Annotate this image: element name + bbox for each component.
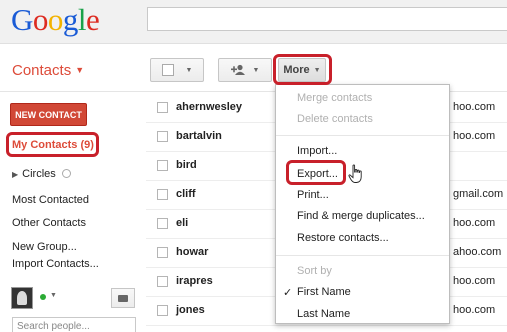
- contact-email: hoo.com: [453, 275, 496, 287]
- sidebar-item-my-contacts[interactable]: My Contacts (9): [12, 139, 94, 151]
- logo-letter: G: [11, 2, 33, 37]
- menu-divider: [276, 135, 449, 136]
- menu-item-restore-contacts[interactable]: Restore contacts...: [297, 232, 389, 244]
- chevron-down-icon: ▼: [75, 65, 85, 75]
- chevron-down-icon[interactable]: ▼: [50, 292, 57, 299]
- contact-name[interactable]: howar: [176, 246, 208, 258]
- menu-item-print[interactable]: Print...: [297, 189, 329, 201]
- chat-button[interactable]: [111, 288, 135, 308]
- new-group-link[interactable]: New Group...: [12, 241, 77, 253]
- contact-email: hoo.com: [453, 304, 496, 316]
- sidebar-item-label: Circles: [22, 168, 56, 180]
- add-to-circles-button[interactable]: ▼: [218, 58, 272, 82]
- contact-name[interactable]: jones: [176, 304, 205, 316]
- row-checkbox[interactable]: [157, 305, 168, 316]
- contacts-page: Google Contacts ▼ ▼ ▼ More ▼ NEW CONTACT …: [0, 0, 507, 332]
- chevron-down-icon: ▼: [185, 66, 193, 74]
- logo-letter: e: [86, 2, 100, 37]
- checkbox-icon: [161, 64, 174, 76]
- more-button-label: More: [283, 64, 310, 76]
- contact-email: ahoo.com: [453, 246, 502, 258]
- top-bar: Google: [0, 0, 507, 44]
- menu-item-delete-contacts: Delete contacts: [297, 113, 373, 125]
- more-dropdown-menu: Merge contacts Delete contacts Import...…: [275, 84, 450, 324]
- logo-letter: o: [47, 2, 64, 37]
- contact-name[interactable]: bird: [176, 159, 197, 171]
- contact-name[interactable]: irapres: [176, 275, 213, 287]
- row-checkbox[interactable]: [157, 160, 168, 171]
- contact-name[interactable]: eli: [176, 217, 188, 229]
- logo-letter: l: [77, 2, 87, 37]
- menu-item-sort-first-name[interactable]: First Name: [297, 286, 351, 298]
- import-contacts-link[interactable]: Import Contacts...: [12, 258, 99, 270]
- hand-cursor-icon: [348, 164, 362, 183]
- contact-name[interactable]: ahernwesley: [176, 101, 242, 113]
- search-input[interactable]: [147, 7, 507, 31]
- contact-email: hoo.com: [453, 130, 496, 142]
- circles-icon: [61, 169, 71, 178]
- logo-letter: o: [32, 2, 49, 37]
- logo-letter: g: [62, 2, 79, 37]
- contact-name[interactable]: bartalvin: [176, 130, 222, 142]
- contact-email: gmail.com: [453, 188, 504, 200]
- avatar[interactable]: [11, 287, 33, 309]
- menu-item-export[interactable]: Export...: [297, 168, 338, 180]
- search-people-input[interactable]: Search people...: [12, 317, 136, 332]
- menu-divider: [276, 255, 449, 256]
- contact-name[interactable]: cliff: [176, 188, 196, 200]
- chevron-down-icon: ▼: [313, 66, 321, 74]
- menu-item-sort-last-name[interactable]: Last Name: [297, 308, 350, 320]
- more-button[interactable]: More ▼: [278, 58, 326, 82]
- new-contact-button[interactable]: NEW CONTACT: [10, 103, 87, 126]
- google-logo[interactable]: Google: [11, 2, 100, 38]
- menu-item-merge-contacts: Merge contacts: [297, 92, 373, 104]
- app-title-label: Contacts: [12, 62, 72, 79]
- sidebar-item-most-contacted[interactable]: Most Contacted: [12, 194, 89, 206]
- select-checkbox-button[interactable]: ▼: [150, 58, 204, 82]
- menu-item-import[interactable]: Import...: [297, 145, 337, 157]
- contact-email: hoo.com: [453, 101, 496, 113]
- sidebar-item-circles[interactable]: ▶ Circles: [12, 168, 71, 180]
- row-checkbox[interactable]: [157, 102, 168, 113]
- chevron-right-icon: ▶: [12, 170, 19, 179]
- row-checkbox[interactable]: [157, 276, 168, 287]
- sort-by-heading: Sort by: [297, 265, 332, 277]
- contact-email: hoo.com: [453, 217, 496, 229]
- row-checkbox[interactable]: [157, 218, 168, 229]
- menu-item-find-merge-duplicates[interactable]: Find & merge duplicates...: [297, 210, 425, 222]
- chat-icon: [118, 294, 128, 302]
- sidebar-item-other-contacts[interactable]: Other Contacts: [12, 217, 86, 229]
- row-checkbox[interactable]: [157, 131, 168, 142]
- row-checkbox[interactable]: [157, 247, 168, 258]
- checkmark-icon: ✓: [283, 287, 293, 299]
- online-status-icon: [40, 294, 46, 300]
- row-checkbox[interactable]: [157, 189, 168, 200]
- add-person-icon: [230, 64, 245, 75]
- chevron-down-icon: ▼: [252, 66, 260, 74]
- app-title[interactable]: Contacts ▼: [12, 62, 84, 79]
